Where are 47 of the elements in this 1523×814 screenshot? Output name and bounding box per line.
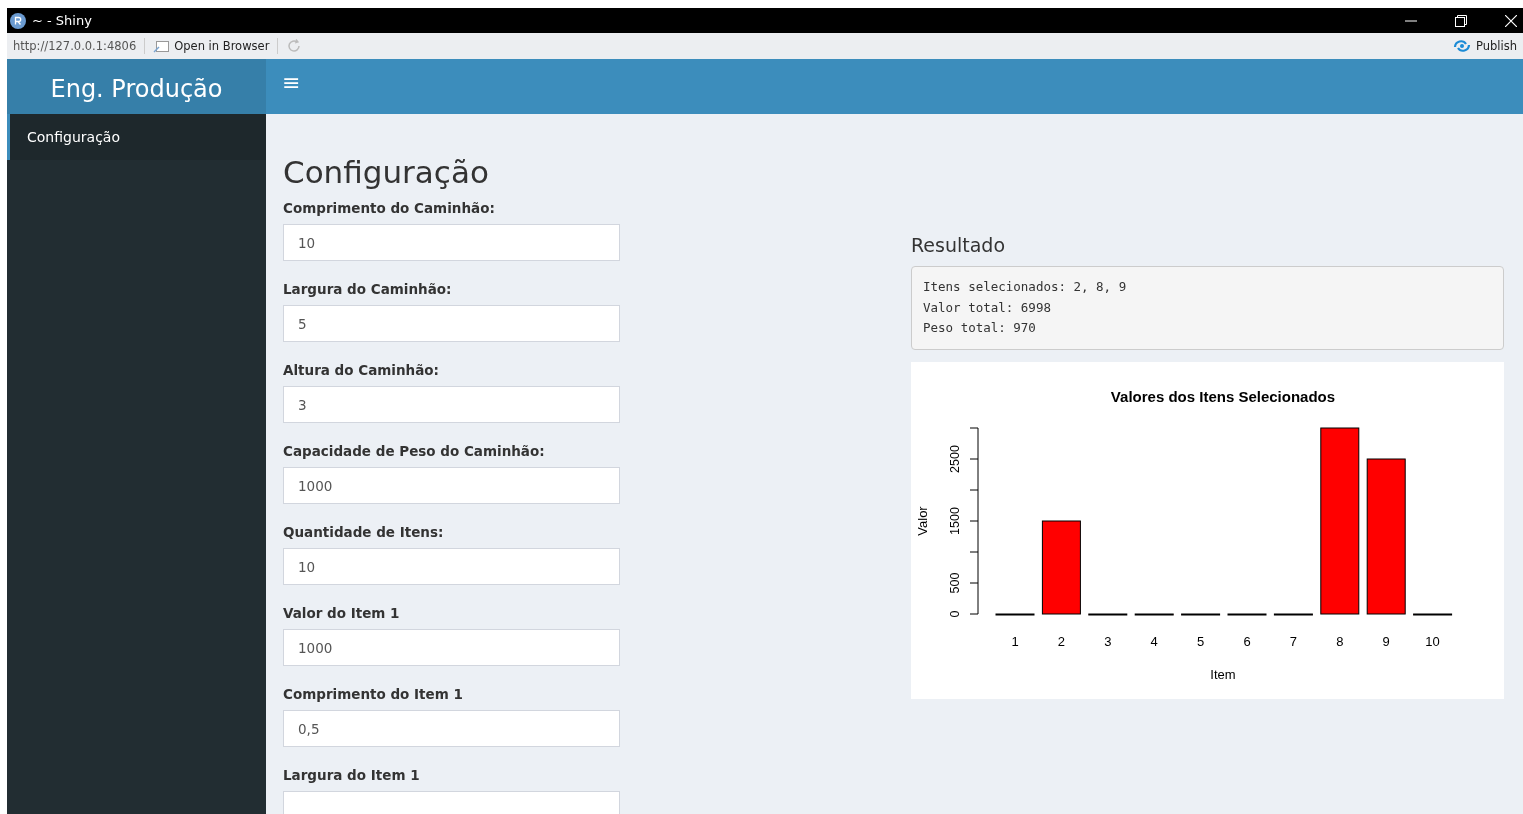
x-tick-label: 8	[1336, 633, 1344, 649]
x-tick-label: 10	[1425, 633, 1440, 649]
page-title: Configuração	[283, 154, 490, 190]
open-in-browser-button[interactable]: Open in Browser	[153, 39, 270, 53]
input-field[interactable]: 3	[283, 386, 620, 423]
r-logo-icon	[10, 12, 26, 29]
sidebar-item[interactable]: Configuração	[7, 114, 266, 160]
x-tick-label: 9	[1382, 633, 1390, 649]
x-tick-label: 1	[1011, 633, 1019, 649]
window-title: ~ - Shiny	[32, 13, 92, 28]
input-field[interactable]: 10	[283, 548, 620, 585]
y-tick-label: 1500	[948, 506, 962, 535]
input-field[interactable]: 1000	[283, 467, 620, 504]
field-label: Altura do Caminhão:	[283, 362, 440, 378]
x-axis-label: Item	[1210, 666, 1236, 682]
field-label: Valor do Item 1	[283, 605, 401, 621]
result-output: Itens selecionados: 2, 8, 9 Valor total: 6998 Peso total: 970	[911, 266, 1504, 350]
brand-title: Eng. Produção	[7, 59, 266, 114]
x-tick-label: 6	[1243, 633, 1251, 649]
section-heading: Resultado	[911, 234, 1007, 256]
input-field[interactable]: 5	[283, 305, 620, 342]
field-label: Quantidade de Itens:	[283, 524, 445, 540]
url-text: http://127.0.0.1:4806	[13, 39, 137, 53]
chart-title: Valores dos Itens Selecionados	[1110, 387, 1336, 405]
y-tick-label: 0	[948, 610, 962, 617]
field-label: Largura do Caminhão:	[283, 281, 453, 297]
field-label: Comprimento do Item 1	[283, 686, 464, 702]
x-tick-label: 5	[1197, 633, 1205, 649]
menu-button[interactable]: ≡	[266, 70, 317, 95]
y-tick-label: 500	[948, 572, 962, 593]
x-tick-label: 7	[1289, 633, 1297, 649]
y-axis-label: Valor	[915, 505, 930, 536]
y-tick-label: 2500	[948, 444, 962, 473]
input-field[interactable]: 10	[283, 224, 620, 261]
field-label: Capacidade de Peso do Caminhão:	[283, 443, 546, 459]
publish-icon	[1453, 39, 1471, 53]
x-tick-label: 2	[1057, 633, 1065, 649]
input-field[interactable]: 1000	[283, 629, 620, 666]
field-label: Largura do Item 1	[283, 767, 421, 783]
restore-icon[interactable]	[1455, 14, 1467, 27]
window-icon	[153, 39, 170, 53]
field-label: Comprimento do Caminhão:	[283, 200, 496, 216]
publish-button[interactable]: Publish	[1453, 39, 1517, 53]
input-field[interactable]: 0,5	[283, 710, 620, 747]
close-icon[interactable]	[1505, 14, 1517, 27]
x-tick-label: 4	[1150, 633, 1158, 649]
x-tick-label: 3	[1104, 633, 1112, 649]
